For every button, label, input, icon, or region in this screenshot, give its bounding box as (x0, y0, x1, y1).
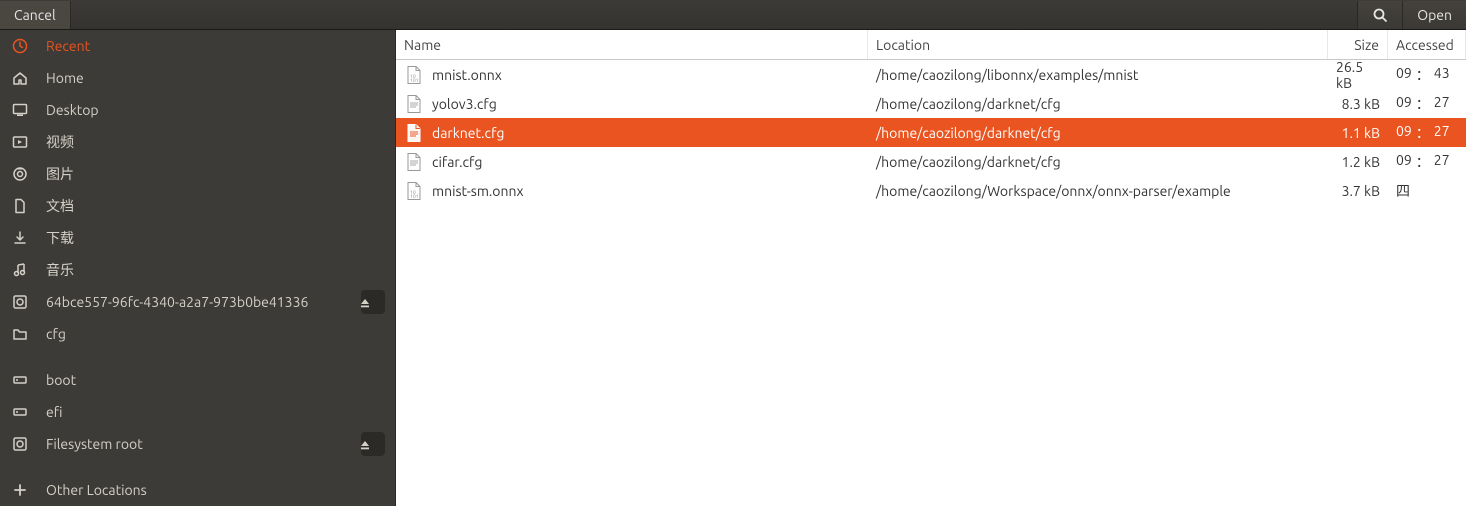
plus-icon (12, 482, 28, 498)
file-location: /home/caozilong/darknet/cfg (868, 89, 1328, 118)
file-name: mnist.onnx (432, 67, 502, 83)
drive-icon (12, 372, 28, 388)
sidebar-item-64bce557-96fc-4340-a2a7-973b0be41336[interactable]: 64bce557-96fc-4340-a2a7-973b0be41336 (0, 286, 395, 318)
file-location: /home/caozilong/Workspace/onnx/onnx-pars… (868, 176, 1328, 205)
sidebar-item-efi[interactable]: efi (0, 396, 395, 428)
column-header-location[interactable]: Location (868, 30, 1328, 59)
file-accessed: 09：43 (1388, 60, 1466, 89)
sidebar-item-label: boot (46, 372, 385, 388)
file-row[interactable]: darknet.cfg/home/caozilong/darknet/cfg1.… (396, 118, 1466, 147)
search-icon (1372, 7, 1388, 23)
sidebar-item-desktop[interactable]: Desktop (0, 94, 395, 126)
eject-button[interactable] (361, 290, 385, 314)
titlebar: Cancel Open (0, 0, 1466, 30)
search-button[interactable] (1357, 1, 1402, 29)
binary-file-icon (406, 182, 422, 200)
file-location: /home/caozilong/darknet/cfg (868, 118, 1328, 147)
file-location: /home/caozilong/darknet/cfg (868, 147, 1328, 176)
column-headers: Name Location Size Accessed (396, 30, 1466, 60)
home-icon (12, 70, 28, 86)
sidebar-item-[interactable]: 文档 (0, 190, 395, 222)
sidebar-item-cfg[interactable]: cfg (0, 318, 395, 350)
file-size: 8.3 kB (1328, 89, 1388, 118)
music-icon (12, 262, 28, 278)
binary-file-icon (406, 66, 422, 84)
file-accessed: 09：27 (1388, 118, 1466, 147)
documents-icon (12, 198, 28, 214)
sidebar-item-label: Home (46, 70, 385, 86)
file-accessed: 四 (1388, 176, 1466, 205)
file-size: 3.7 kB (1328, 176, 1388, 205)
file-row[interactable]: mnist.onnx/home/caozilong/libonnx/exampl… (396, 60, 1466, 89)
sidebar-item-label: Filesystem root (46, 436, 361, 452)
eject-icon (356, 294, 372, 310)
file-size: 1.2 kB (1328, 147, 1388, 176)
sidebar-item-[interactable]: 视频 (0, 126, 395, 158)
videos-icon (12, 134, 28, 150)
sidebar-item-[interactable]: 音乐 (0, 254, 395, 286)
file-location: /home/caozilong/libonnx/examples/mnist (868, 60, 1328, 89)
sidebar-item-[interactable]: 图片 (0, 158, 395, 190)
sidebar-item-label: Other Locations (46, 482, 385, 498)
sidebar-item-label: 视频 (46, 132, 385, 152)
sidebar-item-filesystem-root[interactable]: Filesystem root (0, 428, 395, 460)
file-accessed: 09：27 (1388, 147, 1466, 176)
file-size: 1.1 kB (1328, 118, 1388, 147)
sidebar-item-label: 文档 (46, 196, 385, 216)
cancel-button[interactable]: Cancel (0, 1, 71, 29)
sidebar-item-other-locations[interactable]: Other Locations (0, 474, 395, 506)
text-file-icon (406, 95, 422, 113)
sidebar-item-label: Desktop (46, 102, 385, 118)
sidebar-item-boot[interactable]: boot (0, 364, 395, 396)
folder-icon (12, 326, 28, 342)
file-name: darknet.cfg (432, 125, 504, 141)
file-row[interactable]: yolov3.cfg/home/caozilong/darknet/cfg8.3… (396, 89, 1466, 118)
column-header-name[interactable]: Name (396, 30, 868, 59)
column-header-accessed[interactable]: Accessed (1388, 30, 1466, 59)
file-accessed: 09：27 (1388, 89, 1466, 118)
sidebar-item-home[interactable]: Home (0, 62, 395, 94)
column-header-size[interactable]: Size (1328, 30, 1388, 59)
sidebar-item-label: 64bce557-96fc-4340-a2a7-973b0be41336 (46, 294, 361, 310)
clock-icon (12, 38, 28, 54)
file-size: 26.5 kB (1328, 60, 1388, 89)
file-name: cifar.cfg (432, 154, 482, 170)
disk-icon (12, 294, 28, 310)
eject-icon (356, 436, 372, 452)
sidebar-item-label: 图片 (46, 164, 385, 184)
sidebar-item-label: efi (46, 404, 385, 420)
sidebar: Recent Home Desktop 视频图片文档下载音乐 64bce557-96fc… (0, 30, 396, 506)
pictures-icon (12, 166, 28, 182)
sidebar-item-[interactable]: 下载 (0, 222, 395, 254)
text-file-icon (406, 153, 422, 171)
desktop-icon (12, 102, 28, 118)
downloads-icon (12, 230, 28, 246)
file-name: mnist-sm.onnx (432, 183, 524, 199)
file-row[interactable]: mnist-sm.onnx/home/caozilong/Workspace/o… (396, 176, 1466, 205)
file-row[interactable]: cifar.cfg/home/caozilong/darknet/cfg1.2 … (396, 147, 1466, 176)
sidebar-item-label: 下载 (46, 228, 385, 248)
file-name: yolov3.cfg (432, 96, 497, 112)
sidebar-item-label: Recent (46, 38, 385, 54)
sidebar-item-label: cfg (46, 326, 385, 342)
drive-icon (12, 404, 28, 420)
open-button[interactable]: Open (1402, 1, 1466, 29)
text-file-icon (406, 124, 422, 142)
disk-icon (12, 436, 28, 452)
file-list-panel: Name Location Size Accessed mnist.onnx/h… (396, 30, 1466, 506)
eject-button[interactable] (361, 432, 385, 456)
sidebar-item-recent[interactable]: Recent (0, 30, 395, 62)
sidebar-item-label: 音乐 (46, 260, 385, 280)
